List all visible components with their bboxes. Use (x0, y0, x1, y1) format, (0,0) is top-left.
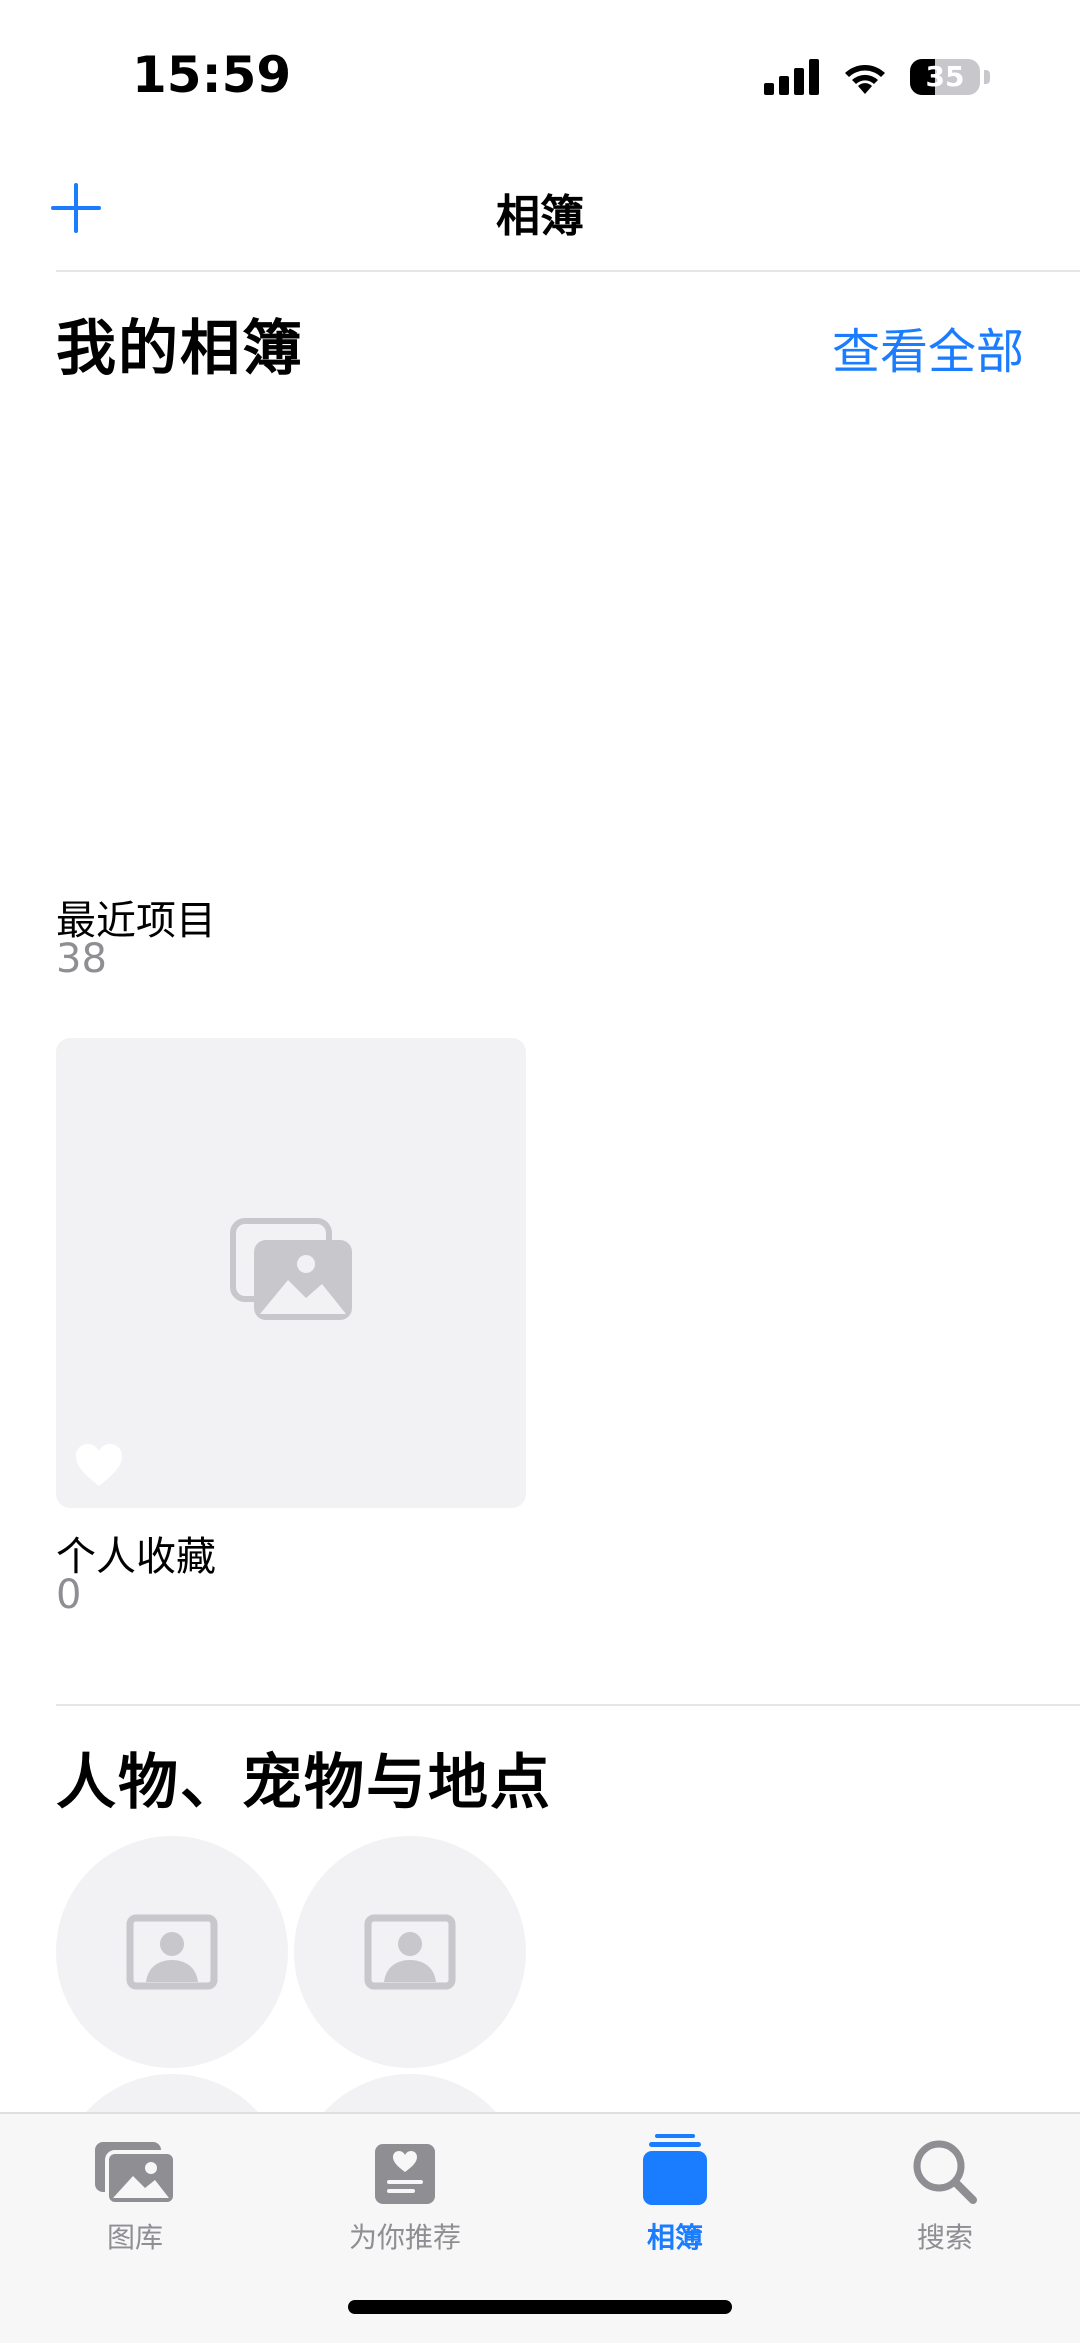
my-albums-title: 我的相簿 (56, 314, 304, 384)
tab-library[interactable]: 图库 (0, 2132, 270, 2256)
person-placeholder-icon (126, 1914, 218, 1990)
search-icon (913, 2140, 977, 2204)
albums-icon (643, 2134, 707, 2205)
for-you-icon (375, 2144, 435, 2204)
tab-label: 相簿 (646, 2221, 703, 2254)
status-time: 15:59 (132, 46, 292, 104)
photo-library-icon (95, 2142, 177, 2206)
photo-placeholder-icon (230, 1218, 352, 1320)
page-title: 相簿 (496, 191, 584, 242)
album-count-recents: 38 (56, 936, 107, 982)
wifi-icon (845, 65, 885, 94)
tab-for-you[interactable]: 为你推荐 (270, 2132, 540, 2256)
album-count-favorites: 0 (56, 1572, 82, 1618)
nav-bar: 相簿 (0, 150, 1080, 270)
person-tile[interactable] (294, 1836, 526, 2068)
section-divider (56, 1704, 1080, 1706)
status-icons: 35 (764, 58, 990, 96)
nav-divider (56, 270, 1080, 272)
tab-search[interactable]: 搜索 (810, 2132, 1080, 2256)
heart-icon (76, 1444, 122, 1486)
cellular-signal-icon (764, 59, 819, 95)
battery-nub (984, 70, 990, 84)
status-bar: 15:59 35 (0, 0, 1080, 150)
tab-label: 为你推荐 (348, 2221, 461, 2254)
see-all-button[interactable]: 查看全部 (832, 312, 1024, 382)
album-favorites-thumbnail[interactable] (56, 1038, 526, 1508)
tab-label: 图库 (106, 2221, 163, 2254)
people-places-title: 人物、宠物与地点 (56, 1748, 552, 1818)
tab-albums[interactable]: 相簿 (540, 2132, 810, 2256)
tab-label: 搜索 (916, 2221, 973, 2254)
battery-level: 35 (925, 60, 965, 93)
home-indicator[interactable] (348, 2300, 732, 2314)
person-placeholder-icon (364, 1914, 456, 1990)
person-tile[interactable] (56, 1836, 288, 2068)
battery-indicator: 35 (910, 59, 980, 95)
